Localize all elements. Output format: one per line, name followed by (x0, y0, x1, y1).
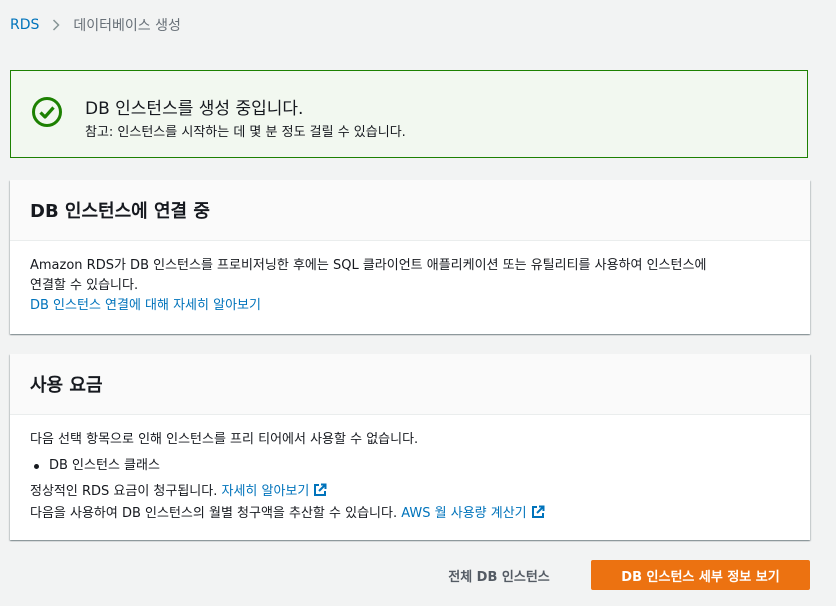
connect-learn-more-link[interactable]: DB 인스턴스 연결에 대해 자세히 알아보기 (30, 298, 261, 313)
check-circle-icon (31, 96, 63, 128)
chevron-right-icon (52, 19, 60, 31)
estimate-line: 다음을 사용하여 DB 인스턴스의 월별 청구액을 추산할 수 있습니다. AW… (30, 504, 790, 526)
breadcrumb-current: 데이터베이스 생성 (73, 18, 181, 34)
bullet-dot (34, 463, 39, 469)
flash-title: DB 인스턴스를 생성 중입니다. (85, 99, 304, 119)
pricing-panel-body: 다음 선택 항목으로 인해 인스턴스를 프리 티어에서 사용할 수 없습니다. … (10, 415, 810, 526)
pricing-learn-more-label: 자세히 알아보기 (221, 484, 310, 499)
breadcrumb: RDS 데이터베이스 생성 (10, 15, 181, 35)
connect-panel-body: Amazon RDS가 DB 인스턴스를 프로비저닝한 후에는 SQL 클라이언… (10, 241, 810, 316)
pricing-panel: 사용 요금 다음 선택 항목으로 인해 인스턴스를 프리 티어에서 사용할 수 … (10, 354, 810, 540)
view-db-instance-details-button[interactable]: DB 인스턴스 세부 정보 보기 (591, 560, 810, 590)
pricing-panel-title: 사용 요금 (10, 354, 810, 415)
external-link-icon (531, 505, 545, 526)
connect-panel: DB 인스턴스에 연결 중 Amazon RDS가 DB 인스턴스를 프로비저닝… (10, 180, 810, 334)
charge-line: 정상적인 RDS 요금이 청구됩니다. 자세히 알아보기 (30, 482, 790, 504)
estimate-text: 다음을 사용하여 DB 인스턴스의 월별 청구액을 추산할 수 있습니다. (30, 506, 398, 521)
bullet-text: DB 인스턴스 클래스 (49, 458, 160, 473)
connect-body-line-2: 연결할 수 있습니다. (30, 278, 139, 293)
connect-body-line-1: Amazon RDS가 DB 인스턴스를 프로비저닝한 후에는 SQL 클라이언… (30, 258, 707, 273)
charge-text: 정상적인 RDS 요금이 청구됩니다. (30, 484, 218, 499)
list-item: DB 인스턴스 클래스 (34, 456, 790, 476)
aws-calculator-label: AWS 월 사용량 계산기 (401, 506, 527, 521)
pricing-learn-more-link[interactable]: 자세히 알아보기 (221, 483, 328, 499)
all-db-instances-button[interactable]: 전체 DB 인스턴스 (430, 560, 568, 590)
breadcrumb-rds-link[interactable]: RDS (10, 17, 39, 33)
aws-calculator-link[interactable]: AWS 월 사용량 계산기 (401, 505, 545, 521)
flash-subtitle: 참고: 인스턴스를 시작하는 데 몇 분 정도 걸릴 수 있습니다. (85, 125, 406, 140)
connect-panel-title: DB 인스턴스에 연결 중 (10, 180, 810, 241)
pricing-intro: 다음 선택 항목으로 인해 인스턴스를 프리 티어에서 사용할 수 없습니다. (30, 432, 419, 447)
success-flash-banner: DB 인스턴스를 생성 중입니다. 참고: 인스턴스를 시작하는 데 몇 분 정… (10, 70, 808, 158)
external-link-icon (313, 483, 327, 504)
